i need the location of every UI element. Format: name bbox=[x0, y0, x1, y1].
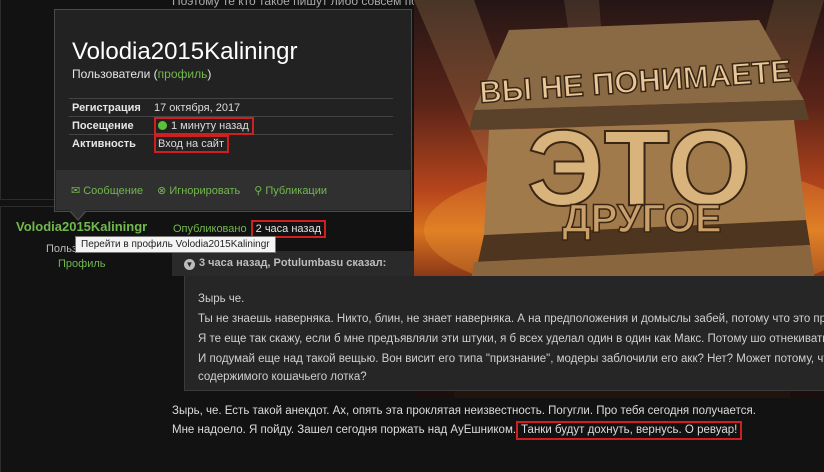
card-username[interactable]: Volodia2015Kaliningr bbox=[72, 38, 298, 66]
quote-line: Зырь че. bbox=[198, 293, 245, 305]
post-line: Мне надоело. Я пойду. Зашел сегодня порж… bbox=[172, 421, 756, 440]
visit-value-text: 1 минуту назад bbox=[171, 119, 249, 132]
message-button[interactable]: ✉ Сообщение bbox=[71, 184, 143, 197]
registration-label: Регистрация bbox=[72, 101, 141, 114]
ignore-button[interactable]: ⊗ Игнорировать bbox=[157, 184, 240, 197]
post-body: Зырь, че. Есть такой анекдот. Ах, опять … bbox=[172, 402, 756, 440]
card-usergroup: Пользователи (профиль) bbox=[72, 67, 212, 81]
visit-label: Посещение bbox=[72, 119, 134, 132]
quote-line: Я те еще так скажу, если б мне предъявля… bbox=[198, 333, 824, 345]
post-line: Зырь, че. Есть такой анекдот. Ах, опять … bbox=[172, 405, 756, 417]
quote-line: содержимого кошачьего лотка? bbox=[198, 371, 367, 383]
block-icon: ⊗ bbox=[157, 184, 167, 197]
card-profile-link[interactable]: профиль bbox=[158, 67, 208, 81]
quote-line: И подумай еще над такой вещью. Вон висит… bbox=[198, 353, 824, 365]
quote-body: Зырь че. Ты не знаешь наверняка. Никто, … bbox=[184, 276, 824, 391]
card-group-name: Пользователи bbox=[72, 67, 151, 81]
card-row-activity: Активность Вход на сайт bbox=[69, 134, 393, 153]
card-actions: ✉ Сообщение ⊗ Игнорировать ⚲ Публикации bbox=[56, 170, 410, 210]
chevron-down-icon[interactable]: ▼ bbox=[184, 259, 195, 270]
previous-post-border bbox=[0, 0, 54, 200]
card-row-visit: Посещение 1 минуту назад bbox=[69, 116, 393, 135]
post-author-profile-link[interactable]: Профиль bbox=[58, 258, 106, 270]
envelope-icon: ✉ bbox=[71, 184, 81, 197]
profile-hovercard: Volodia2015Kaliningr Пользователи (профи… bbox=[54, 9, 412, 212]
publications-button[interactable]: ⚲ Публикации bbox=[254, 184, 327, 197]
published-label: Опубликовано bbox=[173, 223, 247, 235]
post-line-text: Мне надоело. Я пойду. Зашел сегодня порж… bbox=[172, 424, 517, 436]
publications-label: Публикации bbox=[265, 184, 328, 197]
registration-value: 17 октября, 2017 bbox=[154, 101, 241, 114]
quote-header[interactable]: ▼ 3 часа назад, Potulumbasu сказал: bbox=[172, 251, 414, 276]
search-icon: ⚲ bbox=[254, 184, 263, 197]
profile-tooltip: Перейти в профиль Volodia2015Kaliningr bbox=[75, 236, 276, 253]
activity-value[interactable]: Вход на сайт bbox=[154, 134, 229, 153]
quote-header-text: 3 часа назад, Potulumbasu сказал: bbox=[199, 257, 387, 269]
activity-label: Активность bbox=[72, 137, 136, 150]
ignore-label: Игнорировать bbox=[169, 184, 241, 197]
poster-line-bottom: ДРУГОЕ bbox=[562, 197, 721, 241]
post-author-name[interactable]: Volodia2015Kaliningr bbox=[16, 219, 147, 234]
message-label: Сообщение bbox=[83, 184, 144, 197]
card-row-registration: Регистрация 17 октября, 2017 bbox=[69, 98, 393, 116]
quote-line: Ты не знаешь наверняка. Никто, блин, не … bbox=[198, 313, 824, 325]
visit-value: 1 минуту назад bbox=[154, 116, 254, 135]
online-status-icon bbox=[158, 120, 167, 130]
card-info-table: Регистрация 17 октября, 2017 Посещение 1… bbox=[69, 98, 393, 153]
highlighted-text: Танки будут дохнуть, вернусь. О ревуар! bbox=[516, 421, 743, 440]
hovercard-pointer-inner bbox=[70, 210, 86, 219]
previous-post-text: Поэтому те кто такое пишут либо совсем п… bbox=[172, 0, 422, 8]
